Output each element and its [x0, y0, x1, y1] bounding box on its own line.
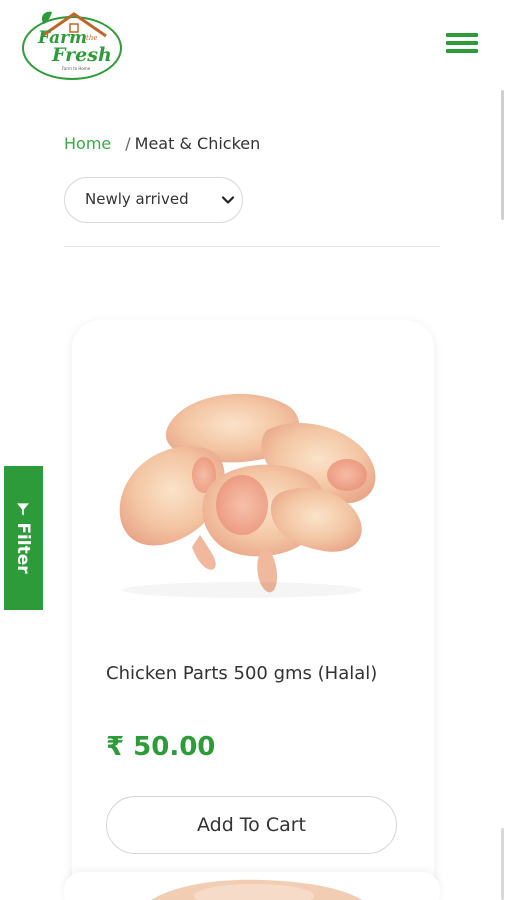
breadcrumb-home-link[interactable]: Home: [64, 134, 111, 153]
farm-the-fresh-logo[interactable]: Farm the Fresh Farm to Home: [22, 8, 124, 82]
breadcrumb: Home / Meat & Chicken: [64, 133, 260, 155]
scrollbar-thumb[interactable]: [501, 90, 504, 220]
filter-tab-content: Filter: [13, 502, 33, 574]
logo-word-the: the: [86, 34, 98, 42]
product-price: ₹ 50.00: [106, 732, 216, 762]
product-listing-page: Farm the Fresh Farm to Home Home / Meat & …: [0, 0, 506, 900]
filter-label: Filter: [13, 522, 33, 574]
logo-tagline: Farm to Home: [62, 66, 91, 71]
breadcrumb-separator: /: [125, 134, 131, 153]
breadcrumb-current: Meat & Chicken: [134, 134, 261, 153]
header: Farm the Fresh Farm to Home: [0, 0, 506, 88]
hamburger-menu-icon[interactable]: [446, 33, 478, 57]
filter-tab[interactable]: Filter: [4, 466, 43, 610]
chevron-down-icon: [221, 196, 235, 204]
divider: [64, 246, 440, 247]
sort-selected-value: Newly arrived: [85, 190, 189, 208]
scrollbar-track-lower: [501, 828, 504, 900]
product-name[interactable]: Chicken Parts 500 gms (Halal): [106, 662, 406, 686]
logo-word-fresh: Fresh: [52, 44, 112, 66]
next-product-image[interactable]: [124, 876, 384, 900]
filter-funnel-icon: [17, 503, 29, 516]
sort-select[interactable]: Newly arrived: [64, 177, 243, 223]
product-card[interactable]: Chicken Parts 500 gms (Halal) ₹ 50.00 Ad…: [72, 320, 434, 900]
product-image[interactable]: [92, 375, 392, 605]
add-to-cart-button[interactable]: Add To Cart: [106, 796, 397, 854]
next-product-card[interactable]: [64, 872, 440, 900]
